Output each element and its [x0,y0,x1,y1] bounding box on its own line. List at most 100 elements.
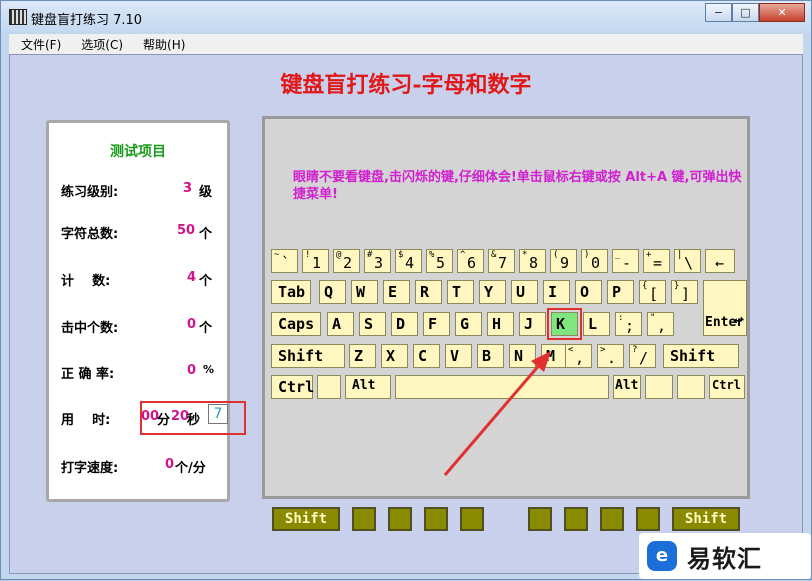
key-label: Q [324,283,334,301]
key-label: , [575,349,585,367]
key-shift-label: _ [615,250,621,260]
key-label: X [386,347,396,365]
key-6: ^ 6 [457,249,484,273]
key-shift-label: # [367,250,373,260]
menu-help[interactable]: 帮助(H) [131,34,193,54]
key-label: R [420,283,430,301]
close-button[interactable]: ✕ [759,3,805,22]
key-label: . [607,349,617,367]
key-label: [ [649,285,659,303]
key-c: C [413,344,440,368]
minimize-button[interactable]: − [705,3,732,22]
key-punct-1: ", [647,312,674,336]
level-row: 练习级别: 3 级 [61,181,221,200]
total-label: 字符总数: [61,227,119,242]
key-1: ! 1 [302,249,329,273]
hit-unit: 个 [199,321,213,336]
key-a: A [327,312,354,336]
key-i: I [543,280,570,304]
key-label: B [482,347,492,365]
bottom-key-pad [600,507,624,531]
key-12: + = [643,249,670,273]
count-row: 计 数: 4 个 [61,270,221,289]
key-punct4-1: >. [597,344,624,368]
accuracy-value: 0 [187,363,197,378]
key-5: % 5 [426,249,453,273]
key-label: I [548,283,558,301]
key-label: 7 [498,254,508,272]
key-label: N [514,347,524,365]
maximize-button[interactable]: □ [732,3,759,22]
key-label: Z [354,347,364,365]
key-enter: Enter ↵ [703,280,747,336]
key-punct4-2: ? / [629,344,656,368]
key-label: 9 [560,254,570,272]
key-p: P [607,280,634,304]
key-7: & 7 [488,249,515,273]
title-bar[interactable]: 键盘盲打练习 7.10 − □ ✕ [1,1,811,33]
key-label: 4 [405,254,415,272]
key-label: Alt [615,378,639,393]
key-label: Alt [352,378,376,393]
window-title: 键盘盲打练习 7.10 [31,13,143,28]
key-3: #3 [364,249,391,273]
key-10: ) 0 [581,249,608,273]
bottom-key-pad [528,507,552,531]
instruction-text: 眼睛不要看键盘,击闪烁的键,仔细体会!单击鼠标右键或按 Alt+A 键,可弹出快… [293,170,742,202]
speed-label: 打字速度: [61,461,119,476]
key-label: D [396,315,406,333]
key-shift-label: ! [305,250,311,260]
key-punct-0: :; [615,312,642,336]
seconds-input[interactable]: 7 [208,404,228,424]
key-label: ` [281,254,291,272]
key-label: P [612,283,622,301]
key-r: R [415,280,442,304]
key-label: / [639,349,649,367]
stats-title: 测试项目 [110,144,166,160]
main-panel: 键盘盲打练习-字母和数字 测试项目 练习级别: 3 级 字符总数: 50 个 计… [9,54,803,574]
menu-options[interactable]: 选项(C) [69,34,131,54]
key-b: B [477,344,504,368]
key-g: G [455,312,482,336]
key-shift-label: } [674,281,680,291]
key-label: U [516,283,526,301]
key-ctrl-right: Ctrl [709,375,745,399]
key-label: ; [625,317,635,335]
watermark-text: 易软汇 [687,544,762,573]
key-shift-label: { [642,281,648,291]
level-label: 练习级别: [61,185,119,200]
total-row: 字符总数: 50 个 [61,223,221,242]
key-shift-label: ( [553,250,559,260]
key-alt-left: Alt [345,375,391,399]
key-shift-label: ^ [460,250,466,260]
watermark-logo-icon: e [647,541,677,571]
menu-file[interactable]: 文件(F) [9,34,69,54]
key-label: , [657,317,667,335]
key-label: G [460,315,470,333]
key-shift-label: " [650,313,656,323]
key-label: Ctrl [278,378,315,396]
key-8: * 8 [519,249,546,273]
key-label: = [653,254,663,272]
key-shift-right: Shift [663,344,739,368]
key-alt-right: Alt [613,375,641,399]
key-shift-label: | [677,250,683,260]
key-label: J [524,315,534,333]
count-value: 4 [187,270,197,285]
key-label: ] [681,285,691,303]
key-caps: Caps [271,312,321,336]
key-label: V [450,347,460,365]
key-h: H [487,312,514,336]
key-label: W [356,283,366,301]
key-0: ~ ` [271,249,298,273]
key-label: Tab [278,283,306,301]
key-2: @2 [333,249,360,273]
accuracy-row: 正 确 率: 0 % [61,363,221,382]
key-13: | \ [674,249,701,273]
bottom-key-pad [424,507,448,531]
key-label: H [492,315,502,333]
accuracy-unit: % [203,363,215,376]
menu-bar: 文件(F) 选项(C) 帮助(H) [9,34,803,54]
key-label: \ [684,254,694,272]
key-shift-label: * [522,250,528,260]
